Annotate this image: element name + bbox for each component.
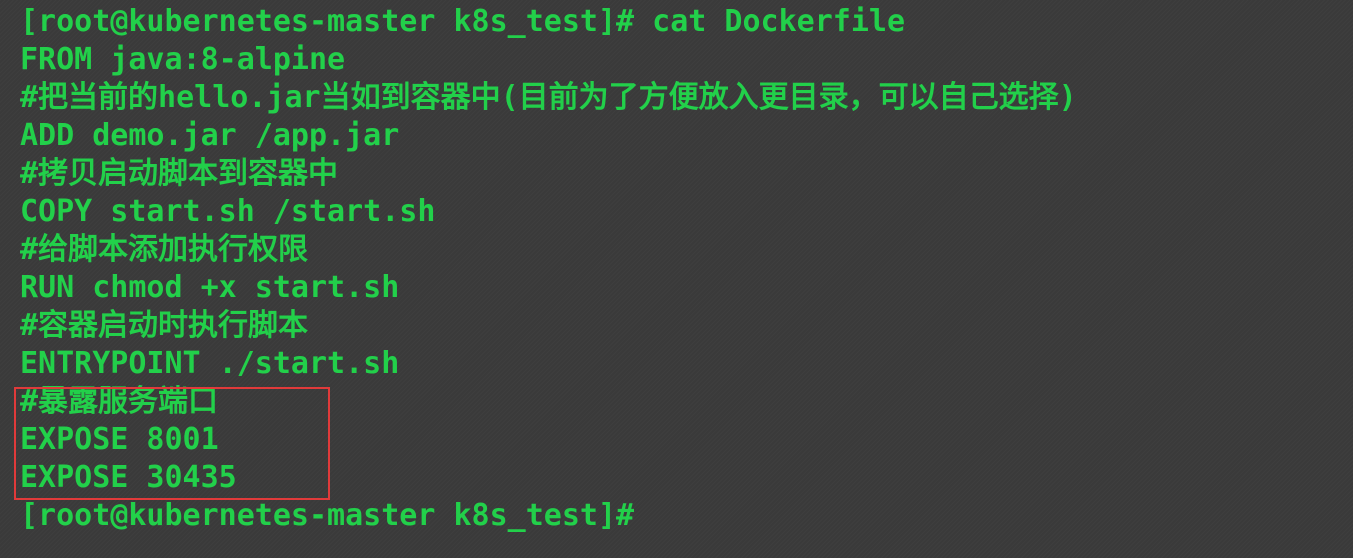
shell-command-line: [root@kubernetes-master k8s_test]# cat D… — [20, 4, 906, 39]
dockerfile-line: RUN chmod +x start.sh — [20, 270, 400, 305]
dockerfile-line: COPY start.sh /start.sh — [20, 194, 436, 229]
dockerfile-line: ENTRYPOINT ./start.sh — [20, 346, 400, 381]
dockerfile-line: ADD demo.jar /app.jar — [20, 118, 400, 153]
terminal-window[interactable]: [root@kubernetes-master k8s_test]# cat D… — [0, 0, 1353, 558]
dockerfile-comment: #容器启动时执行脚本 — [20, 308, 309, 343]
shell-prompt[interactable]: [root@kubernetes-master k8s_test]# — [20, 497, 1353, 535]
dockerfile-comment: #拷贝启动脚本到容器中 — [20, 156, 339, 191]
dockerfile-comment: #给脚本添加执行权限 — [20, 232, 309, 267]
highlight-annotation-box — [14, 387, 330, 500]
dockerfile-comment: #把当前的hello.jar当如到容器中(目前为了方便放入更目录，可以自己选择) — [20, 80, 1077, 115]
dockerfile-line: FROM java:8-alpine — [20, 42, 346, 77]
